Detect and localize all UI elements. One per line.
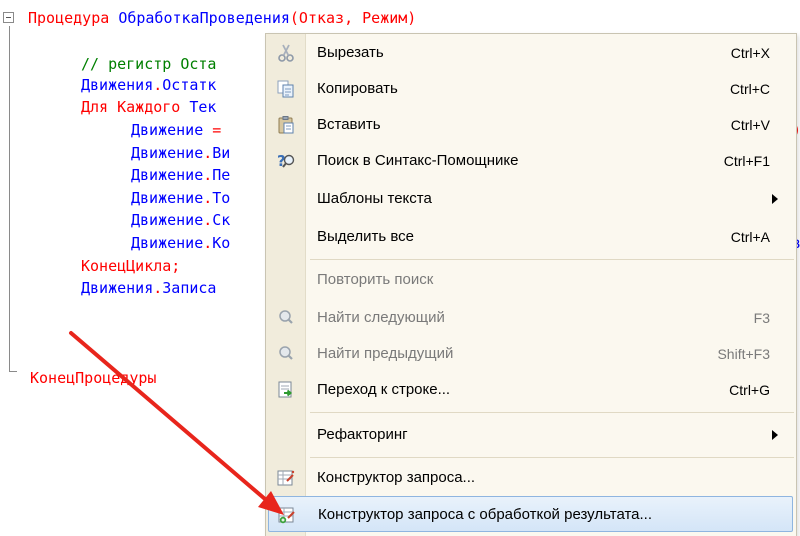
- menu-item-label: Поиск в Синтакс-Помощнике: [317, 152, 519, 169]
- find-previous-icon: [276, 344, 296, 364]
- code-comment: // регистр Оста: [81, 55, 217, 73]
- code-punctuation: .: [203, 166, 213, 184]
- menu-item-find-next[interactable]: Найти следующий F3: [266, 300, 796, 336]
- menu-item-goto-line[interactable]: Переход к строке... Ctrl+G: [266, 372, 796, 408]
- menu-item-label: Найти следующий: [317, 309, 445, 326]
- code-line: Движение.Пе: [131, 165, 230, 185]
- menu-item-shortcut: Ctrl+V: [730, 117, 770, 133]
- query-builder-icon: [276, 468, 296, 488]
- code-punctuation: .: [153, 279, 163, 297]
- menu-item-select-all[interactable]: Выделить все Ctrl+A: [266, 219, 796, 255]
- code-keyword: Процедура: [28, 9, 119, 27]
- menu-item-label: Конструктор запроса...: [317, 469, 476, 486]
- code-punctuation: .: [153, 76, 163, 94]
- code-identifier: Пе: [212, 166, 231, 184]
- menu-item-shortcut: Ctrl+G: [729, 382, 770, 398]
- menu-item-copy[interactable]: Копировать Ctrl+C: [266, 71, 796, 107]
- menu-separator: [310, 259, 794, 260]
- context-menu: Вырезать Ctrl+X Копировать Ctrl+C Встави…: [265, 33, 797, 536]
- code-identifier: Тек: [189, 98, 217, 116]
- code-identifier: Движение: [131, 234, 204, 252]
- menu-item-refactoring[interactable]: Рефакторинг: [266, 417, 796, 453]
- fold-guide-end: [9, 371, 17, 372]
- menu-item-label: Шаблоны текста: [317, 190, 432, 207]
- code-identifier: Движение: [131, 166, 204, 184]
- paste-icon: [276, 115, 296, 135]
- code-identifier: Записа: [162, 279, 217, 297]
- code-line: Движение.Ви: [131, 143, 230, 163]
- code-line: КонецЦикла;: [81, 256, 180, 276]
- menu-item-shortcut: Ctrl+X: [730, 45, 770, 61]
- code-identifier: То: [212, 189, 231, 207]
- menu-item-shortcut: Ctrl+C: [729, 81, 770, 97]
- menu-item-paste[interactable]: Вставить Ctrl+V: [266, 107, 796, 143]
- scissors-icon: [276, 43, 296, 63]
- code-line: КонецПроцедуры: [30, 368, 156, 388]
- menu-item-query-builder[interactable]: Конструктор запроса...: [266, 460, 796, 496]
- code-keyword: Для Каждого: [81, 98, 190, 116]
- code-line: Движение =: [131, 120, 221, 140]
- goto-line-icon: [276, 380, 296, 400]
- menu-item-label: Конструктор запроса с обработкой результ…: [318, 506, 652, 523]
- menu-item-label: Копировать: [317, 80, 398, 97]
- code-line: Для Каждого Тек: [81, 97, 216, 117]
- code-punctuation: (Отказ, Режим): [289, 9, 417, 27]
- menu-separator: [310, 412, 794, 413]
- menu-separator: [310, 457, 794, 458]
- menu-item-find-previous[interactable]: Найти предыдущий Shift+F3: [266, 336, 796, 372]
- code-punctuation: .: [203, 144, 213, 162]
- menu-item-label: Вставить: [317, 116, 381, 133]
- query-builder-result-icon: [277, 505, 297, 525]
- menu-item-syntax-helper-search[interactable]: ? Поиск в Синтакс-Помощнике Ctrl+F1: [266, 143, 796, 179]
- menu-item-query-builder-with-result[interactable]: Конструктор запроса с обработкой результ…: [268, 496, 793, 532]
- code-line: Движения.Записа: [81, 278, 216, 298]
- code-identifier: ОбработкаПроведения: [118, 9, 290, 27]
- code-identifier: Движения: [81, 279, 154, 297]
- code-identifier: Ви: [212, 144, 231, 162]
- menu-item-shortcut: Ctrl+F1: [723, 153, 770, 169]
- menu-item-label: Вырезать: [317, 44, 384, 61]
- code-punctuation: =: [203, 121, 222, 139]
- menu-item-label: Повторить поиск: [317, 271, 434, 288]
- code-identifier: Ко: [212, 234, 231, 252]
- code-line: Движение.Ко: [131, 233, 230, 253]
- code-identifier: Ск: [212, 211, 231, 229]
- menu-item-label: Найти предыдущий: [317, 345, 454, 362]
- menu-item-repeat-search[interactable]: Повторить поиск: [266, 262, 796, 298]
- menu-item-cut[interactable]: Вырезать Ctrl+X: [266, 35, 796, 71]
- menu-item-shortcut: F3: [753, 310, 770, 326]
- code-punctuation: .: [203, 189, 213, 207]
- find-next-icon: [276, 308, 296, 328]
- menu-item-text-templates[interactable]: Шаблоны текста: [266, 181, 796, 217]
- submenu-arrow-icon: [772, 194, 778, 204]
- code-keyword: КонецЦикла;: [81, 257, 181, 275]
- code-line: Движения.Остатк: [81, 75, 216, 95]
- code-punctuation: .: [203, 234, 213, 252]
- copy-icon: [276, 79, 296, 99]
- code-identifier: Движение: [131, 121, 204, 139]
- code-keyword: КонецПроцедуры: [30, 369, 157, 387]
- menu-item-label: Рефакторинг: [317, 426, 408, 443]
- code-identifier: Движение: [131, 144, 204, 162]
- fold-guide: [9, 26, 10, 372]
- code-punctuation: .: [203, 211, 213, 229]
- submenu-arrow-icon: [772, 430, 778, 440]
- menu-item-shortcut: Ctrl+A: [730, 229, 770, 245]
- code-identifier: Движение: [131, 211, 204, 229]
- code-identifier: Движение: [131, 189, 204, 207]
- code-line: Движение.Ск: [131, 210, 230, 230]
- menu-item-shortcut: Shift+F3: [717, 346, 770, 362]
- code-line: Процедура ОбработкаПроведения(Отказ, Реж…: [28, 8, 416, 28]
- help-search-icon: ?: [276, 151, 296, 171]
- code-line: // регистр Оста: [81, 54, 216, 74]
- menu-item-label: Выделить все: [317, 228, 415, 245]
- collapse-icon[interactable]: [3, 12, 14, 23]
- code-line: Движение.То: [131, 188, 230, 208]
- code-identifier: Движения: [81, 76, 154, 94]
- code-identifier: Остатк: [162, 76, 217, 94]
- menu-item-label: Переход к строке...: [317, 381, 451, 398]
